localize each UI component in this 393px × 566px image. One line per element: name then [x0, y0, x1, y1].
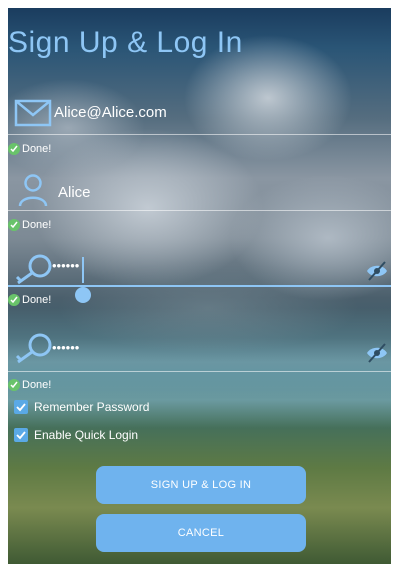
remember-password-option[interactable]: Remember Password	[14, 400, 149, 414]
confirm-password-field[interactable]: ••••••	[8, 330, 391, 372]
check-circle-icon	[8, 294, 20, 306]
password-field[interactable]: ••••••	[8, 251, 391, 303]
envelope-icon	[14, 99, 52, 127]
check-circle-icon	[8, 143, 20, 155]
key-icon	[15, 333, 52, 364]
eye-off-icon[interactable]	[366, 261, 388, 281]
confirm-password-status: Done!	[8, 379, 51, 391]
password-underline	[8, 285, 391, 287]
confirm-password-status-text: Done!	[22, 379, 52, 391]
email-status: Done!	[8, 143, 51, 155]
check-circle-icon	[8, 379, 20, 391]
cursor-handle[interactable]	[75, 287, 91, 303]
signup-screen: Sign Up & Log In Alice@Alice.com Done! A…	[8, 8, 391, 564]
quick-login-checkbox[interactable]	[14, 428, 28, 442]
page-title: Sign Up & Log In	[8, 26, 243, 59]
password-status: Done!	[8, 294, 51, 306]
cancel-button[interactable]: CANCEL	[96, 514, 306, 552]
username-status-text: Done!	[22, 219, 52, 231]
check-circle-icon	[8, 219, 20, 231]
confirm-password-value: ••••••	[52, 340, 80, 355]
remember-password-checkbox[interactable]	[14, 400, 28, 414]
key-icon	[15, 254, 52, 285]
username-value: Alice	[58, 184, 91, 201]
quick-login-option[interactable]: Enable Quick Login	[14, 428, 138, 442]
remember-password-label: Remember Password	[34, 400, 150, 414]
email-field[interactable]: Alice@Alice.com	[8, 96, 391, 136]
text-cursor	[82, 257, 84, 283]
username-field[interactable]: Alice	[8, 173, 391, 213]
person-icon	[18, 174, 48, 207]
signup-login-button[interactable]: SIGN UP & LOG IN	[96, 466, 306, 504]
eye-off-icon[interactable]	[366, 343, 388, 363]
confirm-password-underline	[8, 371, 391, 372]
password-value: ••••••	[52, 258, 80, 273]
password-status-text: Done!	[22, 294, 52, 306]
email-value: Alice@Alice.com	[54, 104, 167, 121]
email-status-text: Done!	[22, 143, 52, 155]
email-underline	[8, 134, 391, 135]
username-status: Done!	[8, 219, 51, 231]
quick-login-label: Enable Quick Login	[34, 428, 139, 442]
username-underline	[8, 210, 391, 211]
